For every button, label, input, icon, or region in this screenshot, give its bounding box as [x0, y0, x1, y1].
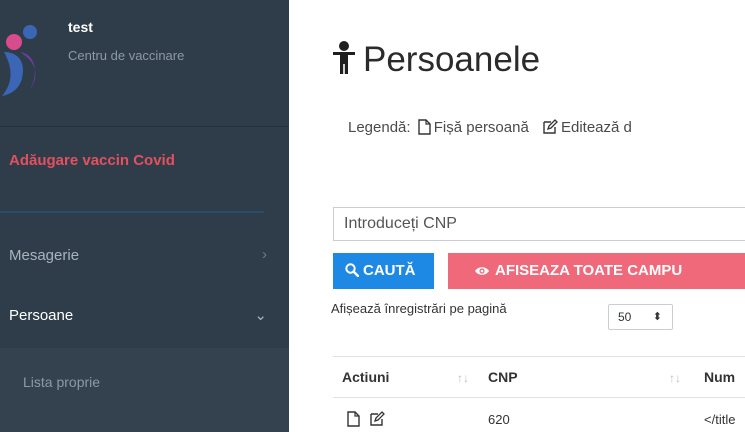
brand-name: test	[68, 19, 93, 35]
edit-icon[interactable]	[369, 411, 385, 427]
brand-subtitle: Centru de vaccinare	[68, 48, 185, 63]
column-header-nume[interactable]: Num	[704, 369, 735, 385]
show-all-fields-label: AFISEAZA TOATE CAMPU	[495, 262, 683, 279]
sidebar-item-label: Mesagerie	[9, 247, 80, 264]
pagesize-value: 50	[618, 310, 632, 324]
table-cell-cnp: 620	[488, 412, 510, 427]
table-row-actions	[347, 411, 394, 429]
sidebar-item-label: Persoane	[9, 307, 74, 324]
page-title-text: Persoanele	[363, 40, 541, 79]
file-icon[interactable]	[347, 411, 360, 427]
sidebar: test Centru de vaccinare Adăugare vaccin…	[0, 0, 289, 432]
eye-icon	[475, 267, 489, 275]
person-icon	[333, 41, 355, 74]
logo-icon	[2, 25, 37, 96]
table-cell-name: </title	[704, 412, 736, 427]
legend-file-text: Fișă persoană	[433, 119, 529, 136]
sidebar-separator	[0, 211, 264, 213]
search-icon	[345, 263, 359, 277]
main-content: Persoanele Legendă: Fișă persoană Editea…	[289, 0, 745, 432]
column-header-actiuni[interactable]: Actiuni	[342, 369, 389, 385]
select-arrows-icon: ⬍	[652, 311, 662, 323]
sort-icon[interactable]: ↑↓	[669, 371, 681, 385]
sidebar-submenu: Lista proprie	[0, 348, 289, 432]
table-top-border	[333, 356, 745, 357]
search-button[interactable]: CAUTĂ	[333, 253, 434, 289]
column-header-cnp[interactable]: CNP	[488, 369, 518, 385]
edit-icon	[543, 119, 558, 134]
chevron-down-icon: ⌄	[254, 307, 267, 324]
show-all-fields-button[interactable]: AFISEAZA TOATE CAMPU	[448, 253, 745, 289]
brand-header[interactable]: test Centru de vaccinare	[0, 0, 289, 125]
table-header-border	[333, 397, 745, 398]
add-covid-vaccine-link[interactable]: Adăugare vaccin Covid	[9, 152, 175, 169]
file-icon	[418, 119, 431, 135]
legend-label: Legendă:	[348, 119, 411, 136]
sidebar-item-mesagerie[interactable]: Mesagerie ›	[0, 236, 289, 276]
chevron-right-icon: ›	[262, 246, 267, 263]
legend-edit-text: Editează d	[560, 119, 632, 136]
pagesize-label: Afișează înregistrări pe pagină	[331, 301, 507, 316]
search-button-label: CAUTĂ	[363, 262, 416, 279]
sort-icon[interactable]: ↑↓	[457, 371, 469, 385]
sidebar-item-lista-proprie[interactable]: Lista proprie	[23, 374, 100, 390]
cnp-search-input[interactable]: Introduceți CNP	[333, 207, 745, 241]
pagesize-select[interactable]: 50 ⬍	[608, 304, 673, 330]
sidebar-divider	[0, 126, 289, 127]
legend: Legendă: Fișă persoană Editează d	[348, 119, 632, 136]
page-title: Persoanele	[331, 40, 540, 90]
sidebar-item-persoane[interactable]: Persoane ⌄	[0, 296, 289, 336]
